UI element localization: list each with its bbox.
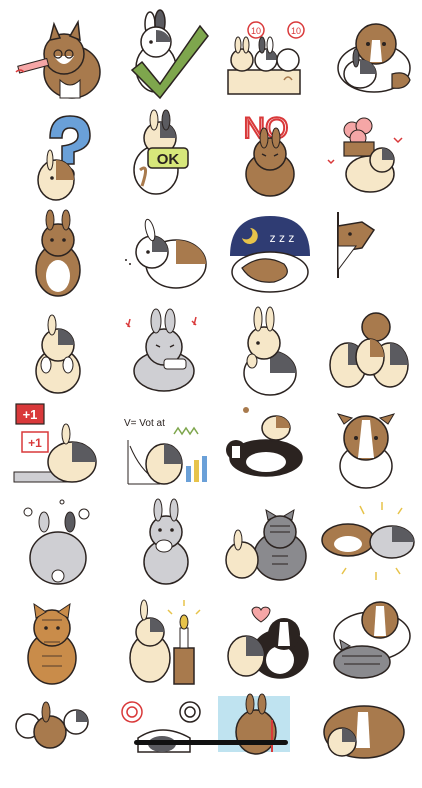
sticker-bunny-question-mark[interactable] bbox=[14, 108, 110, 204]
sticker-gray-bunny-back-steam[interactable] bbox=[14, 496, 110, 592]
sticker-bunny-no[interactable]: NO bbox=[222, 108, 318, 204]
sticker-bunny-sniffing[interactable] bbox=[120, 208, 216, 304]
sticker-collie-and-bunny-cuddle[interactable] bbox=[318, 692, 414, 788]
sticker-corgi-sleeping-night[interactable]: z z z bbox=[222, 208, 318, 304]
sticker-bunny-paws-up[interactable] bbox=[14, 305, 110, 401]
sticker-gray-bunny-angry[interactable] bbox=[120, 305, 216, 401]
sticker-bunny-and-tabby-cat[interactable] bbox=[222, 496, 318, 592]
sticker-bunny-ok-sign[interactable]: OK bbox=[120, 108, 216, 204]
sticker-bunny-standing[interactable] bbox=[14, 208, 110, 304]
sign-text-right: 10 bbox=[291, 26, 301, 36]
sticker-bordercollie-hug-heart[interactable] bbox=[222, 596, 318, 692]
sticker-collie-and-tabby-cat-lying[interactable] bbox=[322, 596, 418, 692]
math-formula-text: V= Vot at bbox=[124, 418, 165, 429]
sticker-grid: 10 10 OK z z z +1 +1 V= Vot at bbox=[0, 0, 422, 759]
ok-sign-text: OK bbox=[157, 151, 180, 168]
sticker-bunny-thinking[interactable] bbox=[222, 305, 318, 401]
sign-text-left: 10 bbox=[251, 26, 261, 36]
sticker-bunny-candle[interactable] bbox=[120, 596, 216, 692]
sticker-bordercollie-with-bunny[interactable] bbox=[222, 400, 318, 496]
plus-one-text-top: +1 bbox=[23, 407, 38, 422]
sticker-bunny-pile[interactable] bbox=[322, 305, 418, 401]
sticker-bunnies-in-box-with-signs[interactable]: 10 10 bbox=[222, 10, 318, 106]
sticker-collie-sitting[interactable] bbox=[322, 400, 418, 496]
sticker-corgi-peeking-door[interactable] bbox=[322, 208, 418, 304]
sticker-gray-bunny-covering-mouth[interactable] bbox=[120, 496, 216, 592]
sticker-tabby-cat-sitting[interactable] bbox=[14, 596, 110, 692]
sticker-bunny-flower-box[interactable] bbox=[322, 108, 418, 204]
sticker-bunny-plus-one[interactable]: +1 +1 bbox=[13, 400, 110, 496]
sticker-bunny-green-check[interactable] bbox=[120, 9, 216, 106]
sticker-bunnies-crowd[interactable] bbox=[10, 692, 106, 788]
sticker-collie-and-bunny[interactable] bbox=[322, 10, 418, 106]
sticker-corgi-party-horn[interactable] bbox=[14, 10, 110, 106]
sleep-zzz-text: z z z bbox=[270, 231, 295, 245]
plus-one-text-bottom: +1 bbox=[28, 436, 42, 450]
sticker-corgi-and-gray-bunny-lying[interactable] bbox=[321, 496, 418, 592]
home-indicator[interactable] bbox=[134, 740, 288, 745]
sticker-bunny-math-board[interactable]: V= Vot at bbox=[120, 400, 216, 496]
